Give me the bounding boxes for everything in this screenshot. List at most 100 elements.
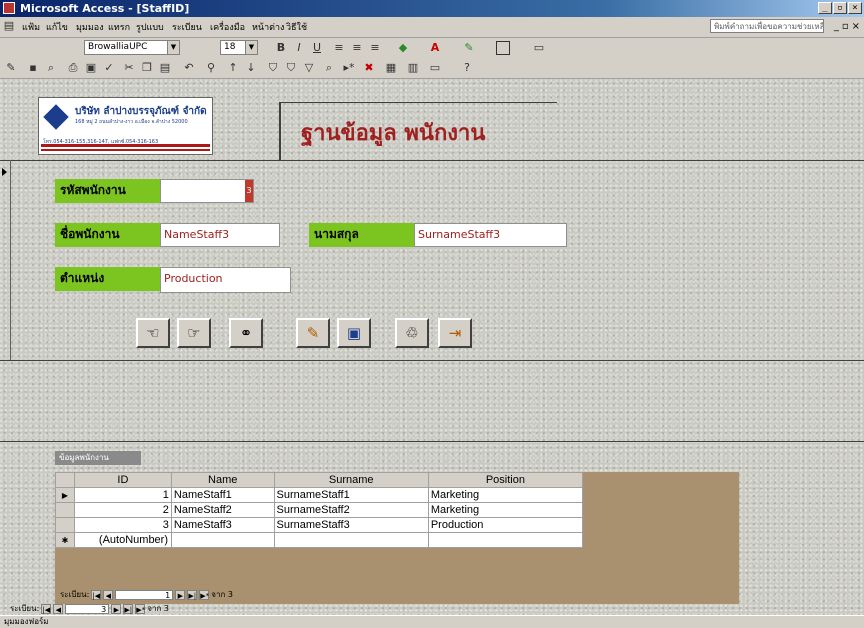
- italic-icon[interactable]: I: [292, 41, 306, 55]
- search-icon[interactable]: ⌕: [44, 61, 58, 75]
- chevron-down-icon[interactable]: ▼: [167, 41, 179, 54]
- fill-color-icon[interactable]: ◆: [396, 41, 410, 55]
- new-record-icon[interactable]: ▸*: [342, 61, 356, 75]
- main-current-record-input[interactable]: 3: [65, 603, 110, 614]
- column-header-surname[interactable]: Surname: [273, 472, 429, 488]
- cell-position[interactable]: Production: [427, 517, 584, 533]
- delete-button[interactable]: ♲: [395, 318, 429, 348]
- row-selector[interactable]: [55, 502, 75, 518]
- staff-name-field[interactable]: NameStaff3: [160, 223, 280, 247]
- menu-window[interactable]: หน้าต่าง: [252, 20, 284, 34]
- surname-field[interactable]: SurnameStaff3: [414, 223, 567, 247]
- cell-surname[interactable]: SurnameStaff3: [273, 517, 429, 533]
- print-preview-icon[interactable]: ▣: [84, 61, 98, 75]
- filter-by-form-icon[interactable]: ⛉: [284, 61, 298, 75]
- cell-position[interactable]: [427, 532, 584, 548]
- first-record-icon[interactable]: |◀: [41, 603, 52, 614]
- new-record-nav-icon[interactable]: ▶*: [199, 589, 210, 600]
- font-name-combo[interactable]: BrowalliaUPC ▼: [84, 40, 180, 55]
- align-center-icon[interactable]: ≡: [350, 41, 364, 55]
- border-icon[interactable]: [496, 41, 510, 55]
- column-header-position[interactable]: Position: [427, 472, 584, 488]
- align-right-icon[interactable]: ≡: [368, 41, 382, 55]
- line-color-icon[interactable]: ✎: [462, 41, 476, 55]
- cell-name[interactable]: NameStaff1: [170, 487, 275, 503]
- undo-button[interactable]: ✎: [296, 318, 330, 348]
- underline-icon[interactable]: U: [310, 41, 324, 55]
- doc-close-button[interactable]: ×: [852, 21, 860, 32]
- last-record-icon[interactable]: ▶|: [187, 589, 198, 600]
- previous-record-icon[interactable]: ◀: [53, 603, 64, 614]
- column-header-name[interactable]: Name: [170, 472, 275, 488]
- cell-position[interactable]: Marketing: [427, 487, 584, 503]
- access-app-icon[interactable]: [3, 2, 15, 14]
- filter-by-selection-icon[interactable]: ⛉: [266, 61, 280, 75]
- menu-records[interactable]: ระเบียน: [172, 20, 202, 34]
- next-record-icon[interactable]: ▶: [175, 589, 186, 600]
- cell-surname[interactable]: SurnameStaff2: [273, 502, 429, 518]
- menu-file[interactable]: แฟ้ม: [22, 20, 40, 34]
- align-left-icon[interactable]: ≡: [332, 41, 346, 55]
- cell-surname[interactable]: [273, 532, 429, 548]
- table-row[interactable]: ▶ 1 NameStaff1 SurnameStaff1 Marketing: [55, 487, 584, 503]
- table-row[interactable]: 2 NameStaff2 SurnameStaff2 Marketing: [55, 502, 584, 518]
- current-row-icon[interactable]: ▶: [55, 487, 75, 503]
- form-icon[interactable]: ▤: [2, 19, 16, 33]
- previous-record-icon[interactable]: ◀: [103, 589, 114, 600]
- column-header-id[interactable]: ID: [73, 472, 172, 488]
- row-selector[interactable]: [55, 517, 75, 533]
- menu-edit[interactable]: แก้ไข: [46, 20, 68, 34]
- find-button[interactable]: ⚭: [229, 318, 263, 348]
- chevron-down-icon[interactable]: ▼: [245, 41, 257, 54]
- apply-filter-icon[interactable]: ▽: [302, 61, 316, 75]
- print-icon[interactable]: ⎙: [66, 61, 80, 75]
- sort-ascending-icon[interactable]: ↑: [226, 61, 240, 75]
- menu-help[interactable]: วิธีใช้: [286, 20, 307, 34]
- staff-id-field[interactable]: 3: [160, 179, 254, 203]
- line-width-icon[interactable]: ▭: [532, 41, 546, 55]
- cell-surname[interactable]: SurnameStaff1: [273, 487, 429, 503]
- subform-current-record-input[interactable]: 1: [115, 589, 174, 600]
- previous-record-button[interactable]: ☜: [136, 318, 170, 348]
- select-all-cell[interactable]: [55, 472, 75, 488]
- table-row[interactable]: 3 NameStaff3 SurnameStaff3 Production: [55, 517, 584, 533]
- new-record-nav-icon[interactable]: ▶*: [135, 603, 146, 614]
- doc-minimize-button[interactable]: _: [834, 21, 839, 32]
- properties-icon[interactable]: ▦: [384, 61, 398, 75]
- new-record-row[interactable]: ✱ (AutoNumber): [55, 532, 584, 548]
- menu-view[interactable]: มุมมอง: [76, 20, 104, 34]
- sort-descending-icon[interactable]: ↓: [244, 61, 258, 75]
- cell-id-autonumber[interactable]: (AutoNumber): [73, 532, 172, 548]
- cell-name[interactable]: NameStaff2: [170, 502, 275, 518]
- minimize-button[interactable]: _: [818, 2, 832, 14]
- restore-button[interactable]: ▫: [833, 2, 847, 14]
- cell-id[interactable]: 2: [73, 502, 172, 518]
- font-size-combo[interactable]: 18 ▼: [220, 40, 258, 55]
- copy-icon[interactable]: ❐: [140, 61, 154, 75]
- record-selector[interactable]: [0, 160, 11, 360]
- view-icon[interactable]: ✎: [4, 61, 18, 75]
- cell-name[interactable]: NameStaff3: [170, 517, 275, 533]
- paste-icon[interactable]: ▤: [158, 61, 172, 75]
- exit-button[interactable]: ⇥: [438, 318, 472, 348]
- menu-tools[interactable]: เครื่องมือ: [210, 20, 245, 34]
- delete-record-icon[interactable]: ✖: [362, 61, 376, 75]
- next-record-icon[interactable]: ▶: [111, 603, 122, 614]
- doc-restore-button[interactable]: ▫: [842, 21, 849, 32]
- new-object-icon[interactable]: ▭: [428, 61, 442, 75]
- cell-id[interactable]: 3: [73, 517, 172, 533]
- help-question-input[interactable]: พิมพ์คำถามเพื่อขอความช่วยเหลือ: [710, 19, 824, 33]
- position-field[interactable]: Production: [160, 267, 291, 293]
- database-window-icon[interactable]: ▥: [406, 61, 420, 75]
- help-icon[interactable]: ?: [460, 61, 474, 75]
- cut-icon[interactable]: ✂: [122, 61, 136, 75]
- cell-position[interactable]: Marketing: [427, 502, 584, 518]
- last-record-icon[interactable]: ▶|: [123, 603, 134, 614]
- save-button[interactable]: ▣: [337, 318, 371, 348]
- find-icon[interactable]: ⌕: [322, 61, 336, 75]
- hyperlink-icon[interactable]: ⚲: [204, 61, 218, 75]
- bold-icon[interactable]: B: [274, 41, 288, 55]
- save-icon[interactable]: ▪: [26, 61, 40, 75]
- undo-icon[interactable]: ↶: [182, 61, 196, 75]
- next-record-button[interactable]: ☞: [177, 318, 211, 348]
